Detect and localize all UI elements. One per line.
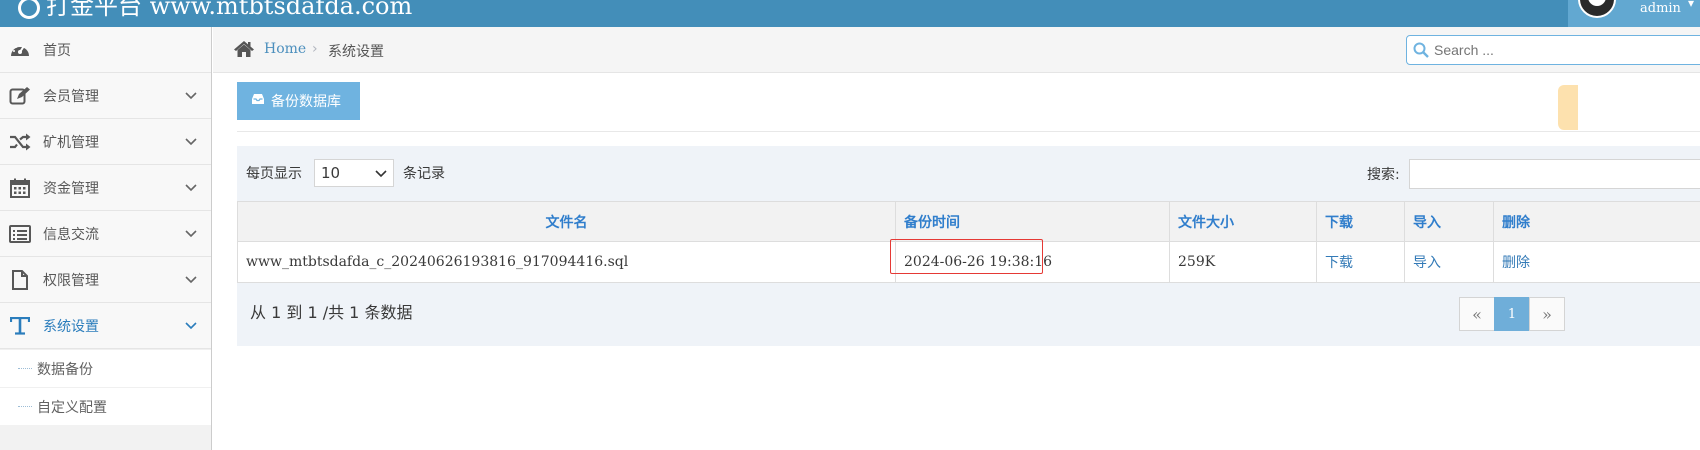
table-row: www_mtbtsdafda_c_20240626193816_91709441… [237,239,1700,283]
pagination-next-button[interactable]: » [1529,297,1565,331]
breadcrumb-separator-icon: › [312,41,318,57]
column-header-size[interactable]: 文件大小 [1169,201,1317,242]
sidebar-item-funds[interactable]: 资金管理 [0,165,211,211]
file-icon [9,269,31,291]
column-header-download[interactable]: 下载 [1316,201,1405,242]
chevron-down-icon [185,92,197,100]
column-header-import[interactable]: 导入 [1404,201,1494,242]
records-label: 条记录 [403,166,445,182]
tree-connector [18,406,32,407]
shuffle-icon [9,131,31,153]
download-link[interactable]: 下载 [1316,241,1405,283]
brand-title[interactable]: 打金平台 www.mtbtsdafda.com [18,0,412,21]
calendar-icon [9,177,31,199]
settings-submenu: 数据备份 自定义配置 [0,349,211,425]
sidebar-item-label: 首页 [43,42,71,59]
username: admin [1640,1,1681,16]
page-size-label: 每页显示 [246,166,302,182]
table-panel: 每页显示 10 条记录 搜索: 文件名 备份时间 文件大小 下载 导入 删除 w… [237,146,1700,346]
chevron-down-icon [185,322,197,330]
submenu-item-data-backup[interactable]: 数据备份 [0,349,211,387]
pagination-prev-button[interactable]: « [1459,297,1495,331]
text-icon [9,315,31,337]
pagination: « 1 » [1459,297,1565,331]
breadcrumb-home-link[interactable]: Home [264,41,306,57]
column-header-filename[interactable]: 文件名 [237,201,896,242]
divider [237,131,1700,132]
table-summary: 从 1 到 1 /共 1 条数据 [250,303,413,322]
tree-connector [18,368,32,369]
sidebar-item-label: 矿机管理 [43,134,99,151]
chevron-down-icon [185,276,197,284]
backup-button-label: 备份数据库 [271,94,341,110]
backup-database-button[interactable]: 备份数据库 [237,82,360,120]
chevron-down-icon: ▾ [1688,0,1695,10]
sidebar: 首页 会员管理 矿机管理 资金管理 信息交流 权限管理 系统设置 数据备份 自定… [0,27,212,450]
breadcrumb-current: 系统设置 [328,44,384,60]
sidebar-item-settings[interactable]: 系统设置 [0,303,211,349]
chevron-down-icon [185,138,197,146]
sidebar-item-permissions[interactable]: 权限管理 [0,257,211,303]
page-size-select[interactable]: 10 [314,159,394,187]
search-field[interactable] [1406,35,1700,65]
sidebar-item-home[interactable]: 首页 [0,27,211,73]
sidebar-item-label: 会员管理 [43,88,99,105]
cell-size: 259K [1169,241,1317,283]
sidebar-item-label: 系统设置 [43,318,99,335]
sidebar-item-miners[interactable]: 矿机管理 [0,119,211,165]
leaf-logo-icon [18,0,40,19]
submenu-item-label: 自定义配置 [37,399,107,416]
import-link[interactable]: 导入 [1404,241,1494,283]
table-search-input[interactable] [1409,159,1700,189]
brand-text: 打金平台 www.mtbtsdafda.com [46,0,413,20]
pagination-page-1[interactable]: 1 [1494,297,1530,331]
sidebar-item-members[interactable]: 会员管理 [0,73,211,119]
avatar [1578,0,1616,18]
submenu-item-custom-config[interactable]: 自定义配置 [0,387,211,425]
backup-time-value: 2024-06-26 19:38:16 [904,254,1053,270]
column-header-delete[interactable]: 删除 [1493,201,1700,242]
chevron-down-icon [375,170,387,178]
dashboard-icon [9,39,31,61]
sidebar-item-label: 信息交流 [43,226,99,243]
user-menu[interactable]: admin ▾ [1568,0,1700,27]
search-icon [1413,42,1429,62]
page-size-value: 10 [321,164,341,182]
home-icon [233,40,255,62]
cell-backup-time: 2024-06-26 19:38:16 [890,239,1170,283]
table-header-row: 文件名 备份时间 文件大小 下载 导入 删除 [237,201,1700,242]
alert-edge [1558,85,1578,130]
sidebar-item-label: 资金管理 [43,180,99,197]
sidebar-item-messages[interactable]: 信息交流 [0,211,211,257]
column-header-backup-time[interactable]: 备份时间 [895,201,1170,242]
table-search-label: 搜索: [1367,167,1400,183]
delete-link[interactable]: 删除 [1493,241,1700,283]
inbox-icon [251,93,265,109]
sidebar-item-label: 权限管理 [43,272,99,289]
backup-table: 文件名 备份时间 文件大小 下载 导入 删除 www_mtbtsdafda_c_… [237,201,1700,283]
breadcrumb: Home › 系统设置 [213,27,1700,73]
chevron-down-icon [185,230,197,238]
search-input[interactable] [1434,40,1694,60]
list-icon [9,223,31,245]
chevron-down-icon [185,184,197,192]
top-navbar: 打金平台 www.mtbtsdafda.com admin ▾ [0,0,1700,27]
edit-icon [9,85,31,107]
cell-filename: www_mtbtsdafda_c_20240626193816_91709441… [237,241,896,283]
submenu-item-label: 数据备份 [37,361,93,378]
